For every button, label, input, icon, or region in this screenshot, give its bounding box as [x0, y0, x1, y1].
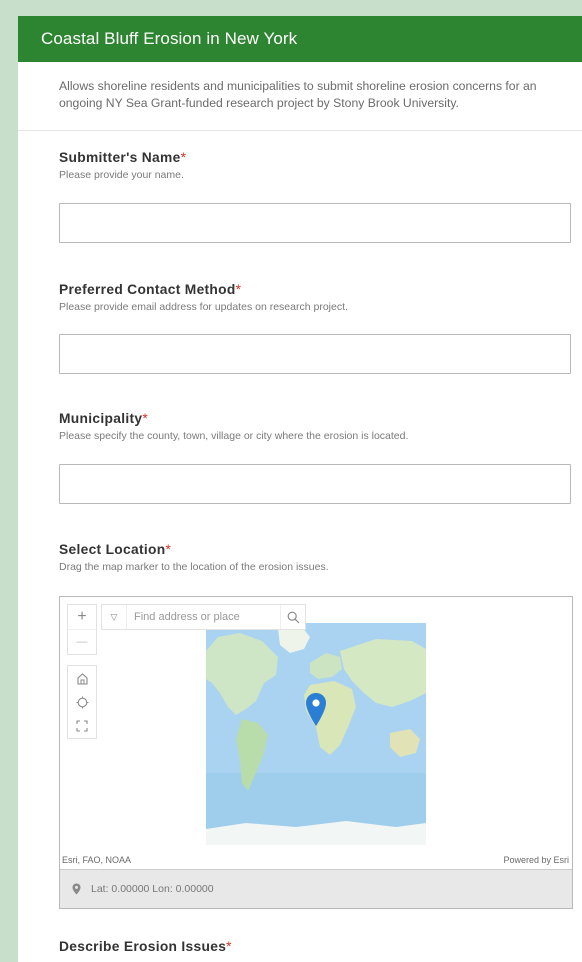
survey-form: Coastal Bluff Erosion in New York Allows…: [18, 16, 582, 962]
required-marker: *: [235, 282, 242, 297]
municipality-label: Municipality*: [59, 411, 148, 426]
describe-erosion-label: Describe Erosion Issues*: [59, 939, 232, 954]
location-map[interactable]: + — ▽ Find address or place Esri, FAO, N…: [59, 596, 573, 909]
map-search[interactable]: ▽ Find address or place: [101, 604, 306, 630]
municipality-input[interactable]: [59, 464, 571, 504]
form-title: Coastal Bluff Erosion in New York: [41, 29, 298, 48]
select-location-label: Select Location*: [59, 542, 172, 557]
fullscreen-icon[interactable]: [68, 714, 96, 738]
map-attribution: Esri, FAO, NOAA: [62, 855, 132, 865]
municipality-hint: Please specify the county, town, village…: [59, 430, 409, 442]
required-marker: *: [142, 411, 148, 426]
search-source-dropdown[interactable]: ▽: [102, 605, 127, 629]
field-municipality: Municipality* Please specify the county,…: [59, 411, 571, 442]
marker-icon[interactable]: [305, 692, 327, 728]
map-search-input[interactable]: Find address or place: [127, 611, 280, 623]
page-left-border: [0, 0, 18, 962]
field-describe-erosion: Describe Erosion Issues*: [59, 939, 571, 954]
contact-method-hint: Please provide email address for updates…: [59, 301, 348, 313]
zoom-in-icon[interactable]: +: [68, 605, 96, 630]
form-description: Allows shoreline residents and municipal…: [18, 62, 582, 131]
submitter-name-hint: Please provide your name.: [59, 169, 184, 181]
pin-icon: [72, 883, 81, 895]
zoom-controls: + —: [67, 604, 97, 655]
zoom-out-icon[interactable]: —: [68, 630, 96, 654]
required-marker: *: [165, 542, 172, 557]
field-contact-method: Preferred Contact Method* Please provide…: [59, 282, 571, 313]
search-icon[interactable]: [280, 605, 305, 629]
select-location-hint: Drag the map marker to the location of t…: [59, 561, 329, 573]
coordinates-text: Lat: 0.00000 Lon: 0.00000: [91, 883, 214, 895]
form-header: Coastal Bluff Erosion in New York: [18, 16, 582, 62]
coordinates-bar: Lat: 0.00000 Lon: 0.00000: [60, 869, 572, 908]
field-submitter-name: Submitter's Name* Please provide your na…: [59, 150, 571, 181]
page-top-border: [0, 0, 582, 16]
home-icon[interactable]: [68, 666, 96, 690]
required-marker: *: [180, 150, 187, 165]
map-nav-controls: [67, 665, 97, 739]
submitter-name-label: Submitter's Name*: [59, 150, 187, 165]
contact-method-input[interactable]: [59, 334, 571, 374]
submitter-name-input[interactable]: [59, 203, 571, 243]
contact-method-label: Preferred Contact Method*: [59, 282, 242, 297]
required-marker: *: [226, 939, 232, 954]
field-select-location: Select Location* Drag the map marker to …: [59, 542, 571, 573]
locate-icon[interactable]: [68, 690, 96, 714]
powered-by-esri[interactable]: Powered by Esri: [503, 855, 569, 865]
world-map-basemap[interactable]: [206, 623, 426, 845]
